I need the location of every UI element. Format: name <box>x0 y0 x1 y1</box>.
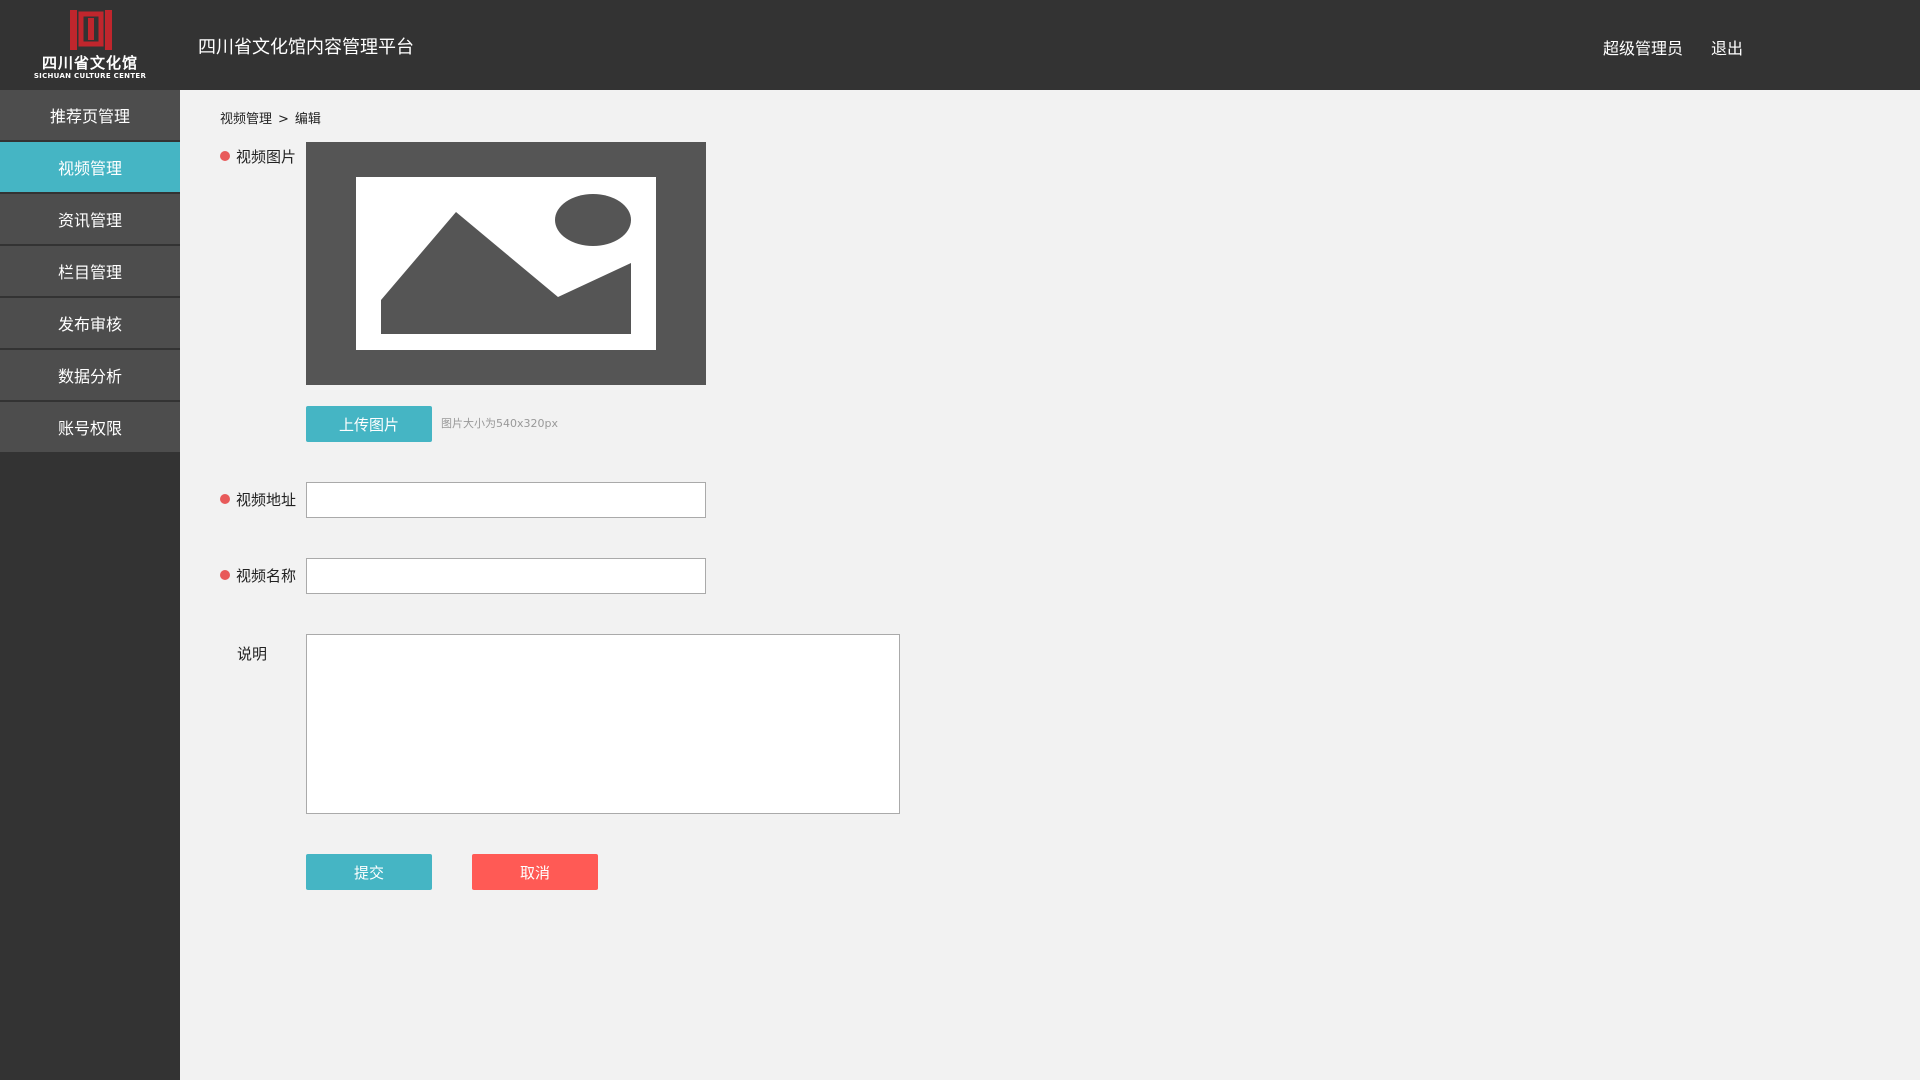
main-content: 视频管理 > 编辑 视频图片 上传图片 图片大小为540x320px 视频地址 视频… <box>180 90 1920 1080</box>
sidebar-item-review[interactable]: 发布审核 <box>0 298 180 348</box>
sidebar-item-columns[interactable]: 栏目管理 <box>0 246 180 296</box>
sidebar: 推荐页管理 视频管理 资讯管理 栏目管理 发布审核 数据分析 账号权限 <box>0 90 180 1080</box>
sidebar-item-recommend[interactable]: 推荐页管理 <box>0 90 180 140</box>
logout-link[interactable]: 退出 <box>1711 35 1743 59</box>
logo: 四川省文化馆 SICHUAN CULTURE CENTER <box>32 8 148 84</box>
required-dot-icon <box>220 570 230 580</box>
logo-english-text: SICHUAN CULTURE CENTER <box>33 72 147 80</box>
url-field-label: 视频地址 <box>220 489 296 510</box>
top-header: 四川省文化馆 SICHUAN CULTURE CENTER 四川省文化馆内容管理… <box>0 0 1920 90</box>
cancel-button[interactable]: 取消 <box>472 854 598 890</box>
logo-mark-icon <box>70 10 112 50</box>
video-name-input[interactable] <box>306 558 706 594</box>
desc-field-label: 说明 <box>237 645 268 663</box>
required-dot-icon <box>220 151 230 161</box>
image-field-label: 视频图片 <box>220 146 296 167</box>
app-title: 四川省文化馆内容管理平台 <box>198 37 414 58</box>
image-size-hint: 图片大小为540x320px <box>441 417 558 430</box>
sidebar-item-accounts[interactable]: 账号权限 <box>0 402 180 452</box>
breadcrumb: 视频管理 > 编辑 <box>220 108 327 127</box>
submit-button[interactable]: 提交 <box>306 854 432 890</box>
breadcrumb-parent[interactable]: 视频管理 <box>220 112 272 127</box>
image-label-text: 视频图片 <box>236 148 297 166</box>
image-preview <box>306 142 706 385</box>
sidebar-item-news[interactable]: 资讯管理 <box>0 194 180 244</box>
upload-image-button[interactable]: 上传图片 <box>306 406 432 442</box>
name-label-text: 视频名称 <box>236 567 297 585</box>
logo-chinese-text: 四川省文化馆 <box>41 54 138 72</box>
sidebar-item-video[interactable]: 视频管理 <box>0 142 180 192</box>
name-field-label: 视频名称 <box>220 565 296 586</box>
image-placeholder-icon <box>356 177 656 350</box>
url-label-text: 视频地址 <box>236 491 297 509</box>
required-dot-icon <box>220 494 230 504</box>
video-url-input[interactable] <box>306 482 706 518</box>
breadcrumb-separator: > <box>278 112 289 127</box>
current-user: 超级管理员 <box>1603 39 1684 58</box>
sidebar-item-analytics[interactable]: 数据分析 <box>0 350 180 400</box>
description-textarea[interactable] <box>306 634 900 814</box>
breadcrumb-current: 编辑 <box>294 112 321 127</box>
